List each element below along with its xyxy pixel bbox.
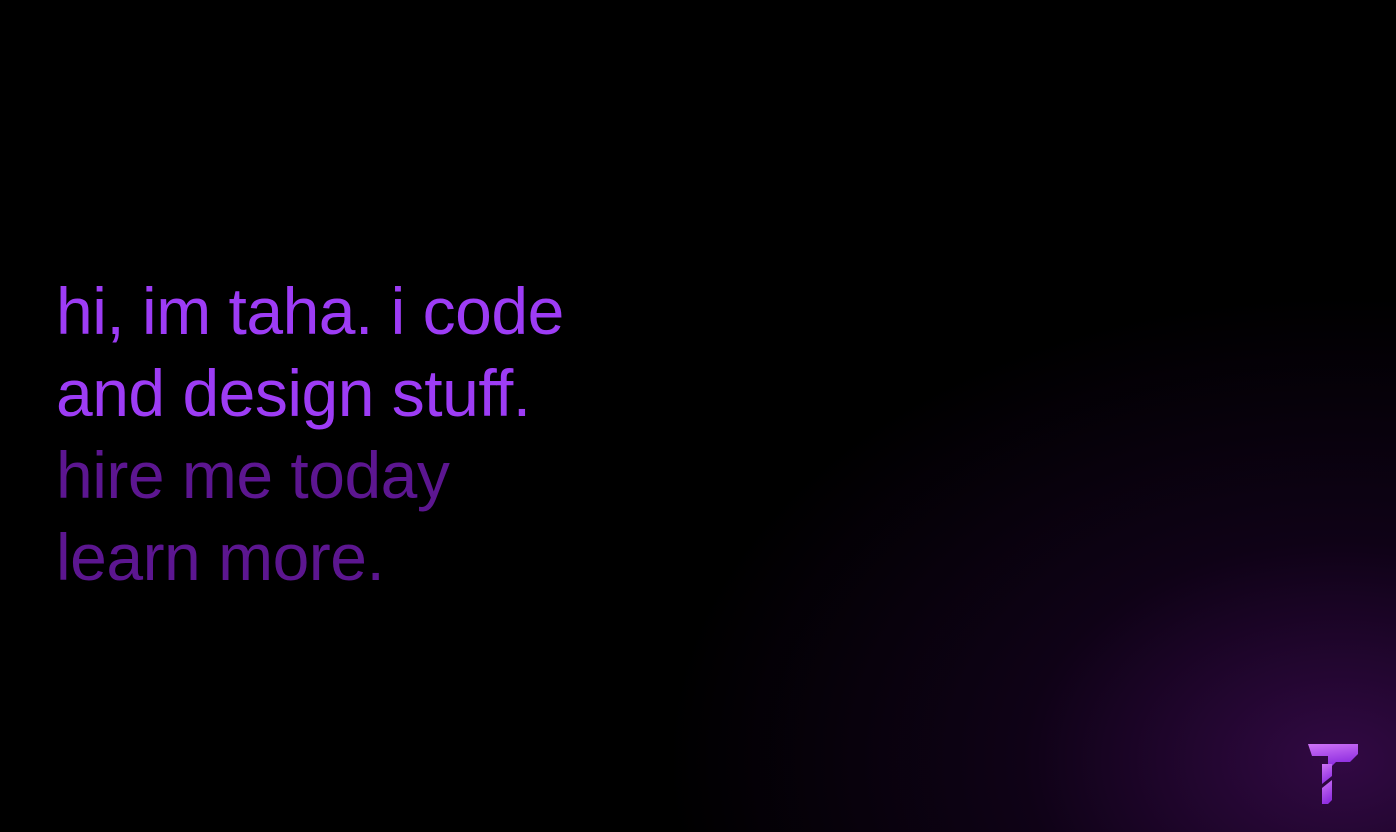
hero-intro-line-2: and design stuff. <box>56 356 531 430</box>
hero-section: hi, im taha. i code and design stuff. hi… <box>56 270 696 598</box>
hire-me-link[interactable]: hire me today <box>56 434 696 516</box>
t-monogram-logo-icon[interactable] <box>1306 744 1358 804</box>
hero-intro-line-1: hi, im taha. i code <box>56 274 564 348</box>
learn-more-link[interactable]: learn more. <box>56 516 696 598</box>
